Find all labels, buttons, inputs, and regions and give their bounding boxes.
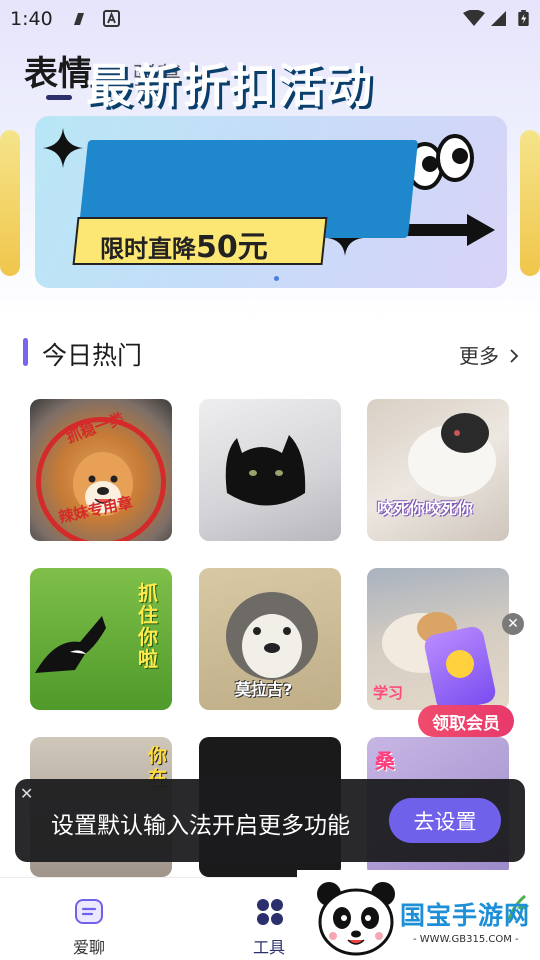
panda-logo-icon [317,882,395,956]
watermark-title: 国宝手游网 [400,901,531,930]
section-accent-bar [23,338,28,366]
arrow-right-icon [397,214,495,246]
more-label: 更多 [459,344,499,368]
promo-close-icon[interactable]: ✕ [502,613,524,635]
nav-label-tools: 工具 [253,938,286,957]
banner-subtitle-prefix: 限时直降 [100,235,196,263]
banner-subtitle-amount: 50元 [196,230,268,265]
nav-item-tools[interactable]: 工具 [240,878,300,960]
watermark-url: - WWW.GB315.COM - [413,934,519,945]
banner-prev-peek[interactable] [0,130,20,276]
sticker-tile[interactable]: 咬死你咬死你 [367,399,509,541]
chat-bubble-icon [75,899,103,924]
banner-subtitle: 限时直降50元 [100,222,268,266]
carousel-indicator [274,276,279,281]
four-dots-grid-icon [257,899,283,925]
nav-item-chat[interactable]: 爱聊 [60,878,120,960]
section-title: 今日热门 [42,341,143,370]
chevron-right-icon [510,349,519,363]
tab-active-indicator [46,95,72,100]
banner-next-peek[interactable] [520,130,540,276]
go-settings-button[interactable]: 去设置 [389,798,501,843]
tab-emoji[interactable]: 表情 [24,46,92,95]
white-cat-image [408,413,496,497]
banner-title: 最新折扣活动 [86,59,374,113]
tile-caption: 莫拉古? [235,680,293,699]
get-vip-button[interactable]: 领取会员 [418,705,514,737]
notification-app-icon [74,13,84,25]
tile-caption: 抓住你啦 [138,581,158,671]
black-cat-image [225,435,306,506]
toast-message: 设置默认输入法开启更多功能 [51,813,350,839]
toast-close-icon[interactable]: ✕ [20,784,38,803]
tile-caption: 桑 [375,749,395,773]
sparkle-icon [43,128,83,168]
border-collie-image [35,616,106,673]
status-time: 1:40 [10,8,53,30]
malamute-dog-image [226,592,318,680]
cellular-signal-icon [491,11,506,26]
tile-caption: 学习 [373,684,404,702]
sticker-tile[interactable] [199,399,341,541]
sticker-tile[interactable]: 抓稳一类 辣妹专用章 [30,399,172,541]
sticker-tile[interactable]: 抓住你啦 [30,568,172,710]
keyboard-a-icon [103,10,120,27]
play-icon [446,650,474,678]
tile-caption: 咬死你咬死你 [377,499,474,518]
wifi-icon [463,10,485,26]
battery-charging-icon [518,10,529,27]
more-link[interactable]: 更多 [459,340,519,369]
nav-label-chat: 爱聊 [73,938,106,957]
sticker-tile[interactable]: 莫拉古? [199,568,341,710]
status-bar: 1:40 [0,0,540,36]
